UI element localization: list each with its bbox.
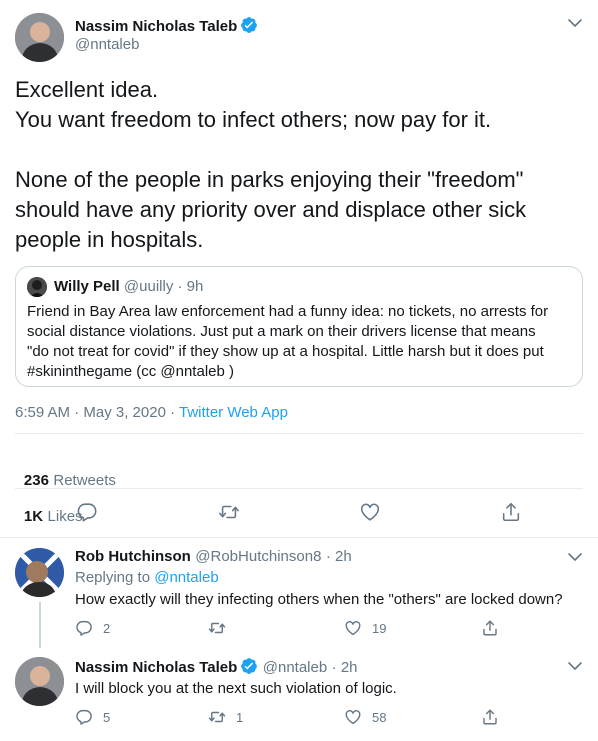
reply-author-name[interactable]: Rob Hutchinson bbox=[75, 548, 191, 565]
reply-text: I will block you at the next such violat… bbox=[75, 680, 397, 697]
reply-icon bbox=[77, 503, 97, 522]
reply-button[interactable]: 5 bbox=[75, 708, 110, 726]
retweets-stat[interactable]: 236 Retweets bbox=[24, 472, 116, 489]
reply-button[interactable]: 2 bbox=[75, 619, 110, 637]
tweet-line: should have any priority over and displa… bbox=[15, 197, 527, 222]
quoted-avatar bbox=[27, 277, 47, 297]
author-handle[interactable]: @nntaleb bbox=[75, 36, 139, 53]
like-count: 19 bbox=[372, 620, 387, 636]
verified-badge-icon bbox=[240, 16, 258, 39]
reply-header: Rob Hutchinson @RobHutchinson8 · 2h bbox=[75, 548, 352, 566]
retweets-label: Retweets bbox=[53, 472, 116, 489]
like-icon bbox=[360, 503, 380, 521]
reply-author-handle[interactable]: @RobHutchinson8 bbox=[195, 548, 321, 565]
tweet-text: Excellent idea. You want freedom to infe… bbox=[15, 75, 585, 255]
quoted-handle: @uuilly bbox=[123, 278, 174, 295]
author-avatar[interactable] bbox=[15, 13, 64, 62]
likes-count: 1K bbox=[23, 508, 44, 525]
chevron-down-icon[interactable] bbox=[566, 657, 584, 675]
quoted-tweet[interactable]: Willy Pell @uuilly · 9h Friend in Bay Ar… bbox=[15, 266, 583, 387]
likes-stat[interactable]: 1K Likes bbox=[24, 508, 83, 525]
reply-count: 5 bbox=[103, 709, 111, 725]
tweet-meta: 6:59 AM · May 3, 2020 · Twitter Web App bbox=[15, 404, 288, 421]
retweets-count: 236 bbox=[23, 472, 49, 489]
retweet-icon bbox=[219, 505, 239, 519]
author-name[interactable]: Nassim Nicholas Taleb bbox=[75, 18, 237, 35]
reply-author-handle[interactable]: @nntaleb bbox=[263, 659, 327, 676]
retweet-button[interactable] bbox=[218, 501, 240, 523]
reply-avatar[interactable] bbox=[15, 548, 64, 597]
share-icon bbox=[502, 502, 520, 522]
quoted-line: social distance violations. Just put a m… bbox=[27, 323, 536, 340]
reply-time[interactable]: · 2h bbox=[332, 659, 358, 676]
like-button[interactable]: 58 bbox=[344, 708, 386, 726]
replying-to: Replying to @nntaleb bbox=[75, 569, 219, 586]
quoted-name: Willy Pell bbox=[54, 278, 120, 295]
quoted-line: "do not treat for covid" if they show up… bbox=[27, 343, 544, 360]
reply-icon bbox=[76, 709, 92, 725]
retweet-button[interactable] bbox=[208, 619, 236, 637]
reply-header: Nassim Nicholas Taleb @nntaleb · 2h bbox=[75, 657, 358, 680]
quoted-text: Friend in Bay Area law enforcement had a… bbox=[27, 302, 577, 382]
quoted-line: #skininthegame (cc @nntaleb ) bbox=[27, 363, 234, 380]
quoted-line: Friend in Bay Area law enforcement had a… bbox=[27, 303, 549, 320]
share-button[interactable] bbox=[481, 708, 499, 726]
like-button[interactable]: 19 bbox=[344, 619, 386, 637]
quoted-time: · 9h bbox=[177, 278, 204, 295]
reply-author-name[interactable]: Nassim Nicholas Taleb bbox=[75, 659, 237, 676]
replying-to-label: Replying to bbox=[75, 569, 155, 586]
tweet-source[interactable]: Twitter Web App bbox=[179, 404, 288, 421]
verified-badge-icon bbox=[240, 657, 258, 680]
retweet-icon bbox=[208, 622, 226, 634]
reply-time[interactable]: · 2h bbox=[326, 548, 352, 565]
tweet-line bbox=[15, 135, 585, 165]
divider bbox=[15, 488, 583, 489]
tweet-line: None of the people in parks enjoying the… bbox=[15, 167, 524, 192]
share-icon bbox=[483, 620, 497, 636]
share-button[interactable] bbox=[500, 501, 522, 523]
tweet-stats: 236 Retweets 1K Likes bbox=[15, 454, 116, 526]
reply-button[interactable] bbox=[76, 501, 98, 523]
share-button[interactable] bbox=[481, 619, 499, 637]
reply-avatar[interactable] bbox=[15, 657, 64, 706]
reply-count: 2 bbox=[103, 620, 111, 636]
tweet-timestamp[interactable]: 6:59 AM · May 3, 2020 · bbox=[15, 404, 179, 421]
chevron-down-icon[interactable] bbox=[566, 14, 584, 32]
like-icon bbox=[345, 621, 361, 636]
tweet-line: You want freedom to infect others; now p… bbox=[15, 107, 492, 132]
like-button[interactable] bbox=[359, 501, 381, 523]
reply-icon bbox=[76, 620, 92, 636]
replying-to-handle[interactable]: @nntaleb bbox=[154, 569, 218, 586]
share-icon bbox=[483, 709, 497, 725]
retweet-button[interactable]: 1 bbox=[208, 708, 243, 726]
divider bbox=[15, 433, 583, 434]
tweet-line: Excellent idea. bbox=[15, 77, 159, 102]
retweet-count: 1 bbox=[236, 709, 244, 725]
retweet-icon bbox=[208, 711, 226, 723]
quoted-header: Willy Pell @uuilly · 9h bbox=[54, 278, 203, 295]
chevron-down-icon[interactable] bbox=[566, 548, 584, 566]
like-icon bbox=[345, 710, 361, 725]
thread-connector bbox=[39, 602, 41, 648]
reply-text: How exactly will they infecting others w… bbox=[75, 591, 563, 608]
tweet-line: people in hospitals. bbox=[15, 227, 204, 252]
like-count: 58 bbox=[372, 709, 387, 725]
section-divider bbox=[0, 537, 598, 538]
